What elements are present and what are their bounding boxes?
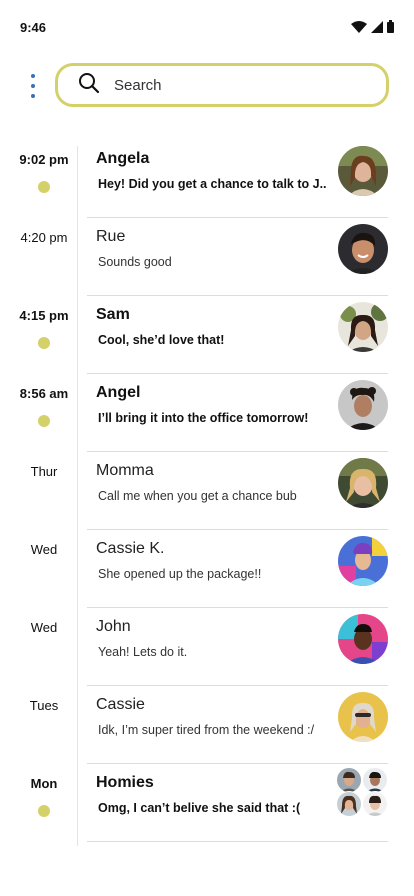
avatar[interactable]	[338, 224, 388, 274]
contact-name: Momma	[96, 462, 154, 479]
message-preview: Call me when you get a chance bub	[98, 489, 297, 503]
status-icons	[351, 20, 394, 33]
conversation-time: 9:02 pm	[19, 152, 69, 167]
message-preview: Yeah! Lets do it.	[98, 645, 188, 659]
message-preview: Hey! Did you get a chance to talk to J..	[98, 177, 327, 191]
contact-name: John	[96, 618, 131, 635]
conversation-row[interactable]: Mon Homies Omg, I can’t belive she said …	[0, 764, 414, 842]
conversation-row[interactable]: 4:20 pm Rue Sounds good	[0, 218, 414, 296]
avatar[interactable]	[338, 692, 388, 742]
conversation-time: 4:20 pm	[20, 230, 68, 245]
contact-name: Cassie	[96, 696, 145, 713]
avatar	[362, 767, 388, 793]
contact-name: Cassie K.	[96, 540, 165, 557]
conversation-row[interactable]: 4:15 pm Sam Cool, she’d love that!	[0, 296, 414, 374]
wifi-icon	[351, 20, 367, 33]
message-preview: She opened up the package!!	[98, 567, 262, 581]
status-time: 9:46	[20, 20, 47, 35]
avatar	[362, 791, 388, 817]
unread-dot	[38, 805, 50, 817]
message-preview: Idk, I’m super tired from the weekend :/	[98, 723, 315, 737]
contact-name: Angela	[96, 150, 150, 167]
conversation-time: 4:15 pm	[19, 308, 69, 323]
conversation-row[interactable]: 8:56 am Angel I’ll bring it into the off…	[0, 374, 414, 452]
status-bar: 9:46	[0, 0, 414, 52]
conversation-row[interactable]: Tues Cassie Idk, I’m super tired from th…	[0, 686, 414, 764]
message-preview: I’ll bring it into the office tomorrow!	[98, 411, 309, 425]
unread-dot	[38, 181, 50, 193]
contact-name: Sam	[96, 306, 130, 323]
conversation-time: Wed	[30, 542, 58, 557]
contact-name: Rue	[96, 228, 126, 245]
avatar	[336, 791, 362, 817]
contact-name: Homies	[96, 774, 154, 791]
group-avatar[interactable]	[336, 767, 388, 819]
avatar	[336, 767, 362, 793]
avatar[interactable]	[338, 302, 388, 352]
conversation-list: 9:02 pm Angela Hey! Did you get a chance…	[0, 140, 414, 842]
conversation-time: Tues	[29, 698, 59, 713]
conversation-time: 8:56 am	[19, 386, 69, 401]
conversation-row[interactable]: 9:02 pm Angela Hey! Did you get a chance…	[0, 140, 414, 218]
unread-dot	[38, 415, 50, 427]
avatar[interactable]	[338, 458, 388, 508]
signal-icon	[371, 20, 383, 33]
conversation-time: Mon	[30, 776, 58, 791]
conversation-time: Thur	[30, 464, 58, 479]
contact-name: Angel	[96, 384, 141, 401]
message-preview: Cool, she’d love that!	[98, 333, 225, 347]
menu-icon[interactable]	[22, 72, 44, 100]
search-bar[interactable]	[55, 63, 389, 107]
avatar[interactable]	[338, 380, 388, 430]
conversation-row[interactable]: Thur Momma Call me when you get a chance…	[0, 452, 414, 530]
conversation-time: Wed	[30, 620, 58, 635]
unread-dot	[38, 337, 50, 349]
battery-icon	[387, 20, 394, 33]
conversation-row[interactable]: Wed John Yeah! Lets do it.	[0, 608, 414, 686]
avatar[interactable]	[338, 614, 388, 664]
search-icon	[78, 72, 100, 99]
message-preview: Omg, I can’t belive she said that :(	[98, 801, 301, 815]
avatar[interactable]	[338, 536, 388, 586]
message-preview: Sounds good	[98, 255, 172, 269]
search-input[interactable]	[112, 75, 346, 95]
avatar[interactable]	[338, 146, 388, 196]
conversation-row[interactable]: Wed Cassie K. She opened up the package!…	[0, 530, 414, 608]
